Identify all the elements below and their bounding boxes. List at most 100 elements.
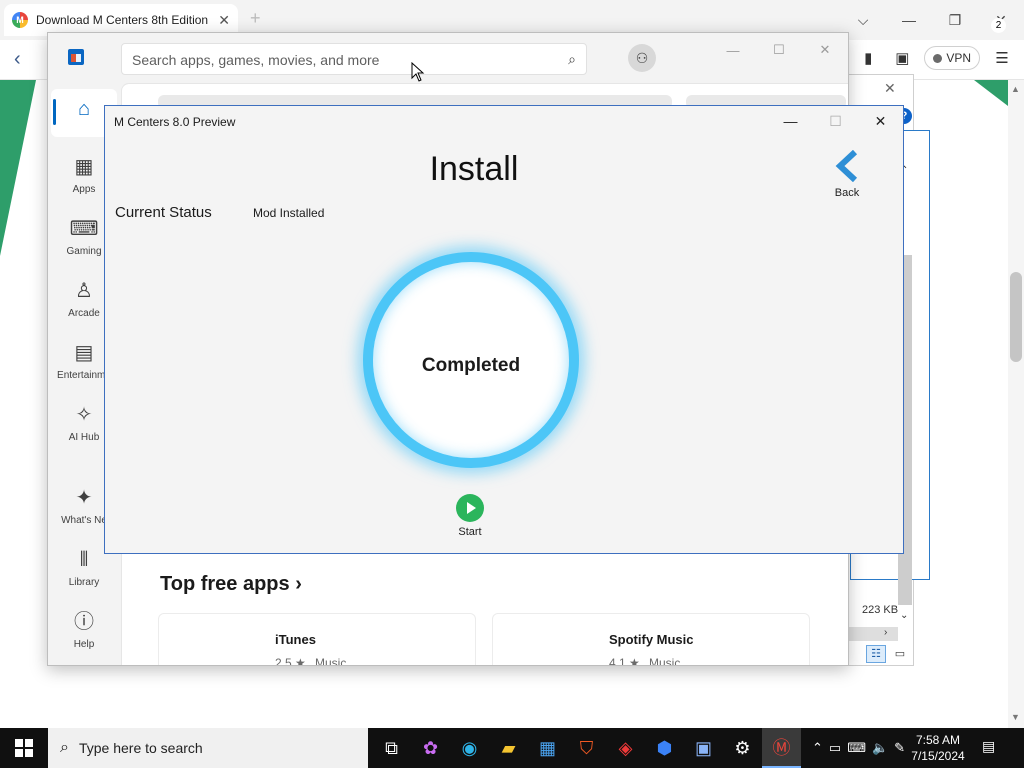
taskbar-clock[interactable]: 7:58 AM 7/15/2024 — [906, 732, 970, 764]
chevron-right-icon: › — [295, 573, 302, 595]
app-name: iTunes — [275, 632, 316, 647]
status-value: Mod Installed — [253, 206, 325, 220]
section-title[interactable]: Top free apps › — [160, 573, 302, 596]
system-tray: ⌃ ▭ ⌨ 🔈 ✎ — [812, 728, 905, 768]
app-rating: 4.1 ★ — [609, 656, 640, 666]
start-label: Start — [458, 526, 482, 538]
app-card[interactable]: iTunes 2.5 ★ Music — [158, 613, 476, 666]
copilot-icon[interactable]: ✿ — [411, 728, 450, 768]
store-search-placeholder: Search apps, games, movies, and more — [132, 52, 380, 68]
app-category: Music — [315, 656, 347, 666]
microsoft-store-icon[interactable]: ▦ — [528, 728, 567, 768]
store-close-button[interactable]: ✕ — [802, 33, 848, 67]
m-centers-app-icon[interactable]: Ⓜ — [762, 728, 801, 768]
page-scrollbar-thumb[interactable] — [1010, 272, 1022, 362]
sidebar-toggle-icon[interactable]: ▮ — [856, 46, 880, 70]
vivaldi-icon[interactable]: ◈ — [606, 728, 645, 768]
scroll-down-icon[interactable]: ▼ — [1011, 712, 1020, 722]
edge-icon[interactable]: ◉ — [450, 728, 489, 768]
search-icon[interactable]: ⌕ — [568, 51, 576, 68]
settings-icon[interactable]: ⚙ — [723, 728, 762, 768]
app-category: Music — [649, 656, 681, 666]
clock-time: 7:58 AM — [915, 733, 961, 747]
brave-icon[interactable]: ⛉ — [567, 728, 606, 768]
help-icon: ⓘ — [74, 611, 94, 633]
notification-count-badge: 2 — [991, 18, 1006, 33]
windows-logo-icon — [15, 739, 33, 757]
volume-icon[interactable]: 🔈 — [872, 740, 888, 756]
store-logo-icon — [68, 49, 84, 65]
vpn-status-icon — [933, 53, 943, 63]
app-rating: 2.5 ★ — [275, 656, 306, 666]
search-icon: ⌕ — [60, 739, 69, 756]
page-scrollbar[interactable] — [1008, 80, 1024, 728]
installer-window: M Centers 8.0 Preview — ☐ ✕ Install Back… — [104, 105, 904, 554]
installer-window-controls: — ☐ ✕ — [768, 106, 903, 136]
section-title-text: Top free apps — [160, 573, 290, 595]
horizontal-scrollbar[interactable] — [848, 627, 898, 641]
new-tab-button[interactable]: + — [250, 8, 261, 29]
sidebar-item-library[interactable]: ⦀ Library — [48, 548, 120, 588]
installer-minimize-button[interactable]: — — [768, 106, 813, 136]
scroll-right-icon[interactable]: › — [884, 627, 887, 638]
store-search-input[interactable]: Search apps, games, movies, and more ⌕ — [121, 43, 587, 75]
installer-titlebar: M Centers 8.0 Preview — ☐ ✕ — [105, 106, 903, 136]
installer-window-title: M Centers 8.0 Preview — [114, 115, 236, 129]
tab-close-icon[interactable]: ✕ — [218, 12, 230, 29]
vpn-label: VPN — [946, 51, 971, 65]
notification-center-icon[interactable]: ▤ — [982, 738, 1004, 758]
clock-date: 7/15/2024 — [911, 749, 965, 763]
taskbar-search-input[interactable]: ⌕ Type here to search — [48, 728, 368, 768]
taskbar: ⌕ Type here to search ⧉ ✿ ◉ ▰ ▦ ⛉ ◈ ⬢ ▣ … — [0, 728, 1024, 768]
file-explorer-icon[interactable]: ▰ — [489, 728, 528, 768]
remote-desktop-icon[interactable]: ▣ — [684, 728, 723, 768]
vpn-button[interactable]: VPN — [924, 46, 980, 70]
minimize-button[interactable]: — — [886, 0, 932, 40]
installer-heading: Install — [429, 150, 519, 188]
page-decoration-left — [0, 80, 36, 256]
toolbar-right: ▮ ▣ VPN ☰ — [856, 46, 1014, 70]
app-name: Spotify Music — [609, 632, 694, 647]
sidebar-item-label: Library — [68, 577, 100, 588]
chevron-left-icon — [835, 149, 858, 183]
task-view-icon[interactable]: ⧉ — [372, 728, 411, 768]
file-size-label: 223 KB — [862, 604, 899, 616]
shield-app-icon[interactable]: ⬢ — [645, 728, 684, 768]
play-icon — [456, 494, 484, 522]
taskbar-apps: ⧉ ✿ ◉ ▰ ▦ ⛉ ◈ ⬢ ▣ ⚙ Ⓜ — [372, 728, 801, 768]
m-centers-favicon-icon: M — [12, 12, 28, 28]
installer-close-button[interactable]: ✕ — [858, 106, 903, 136]
sidebar-item-label: Help — [73, 639, 95, 650]
store-maximize-button[interactable]: ☐ — [756, 33, 802, 67]
background-window-close-icon[interactable]: ✕ — [884, 80, 896, 97]
scroll-up-icon[interactable]: ▲ — [1011, 84, 1020, 94]
account-avatar-icon[interactable]: ⚇ — [628, 44, 656, 72]
wallet-icon[interactable]: ▣ — [890, 46, 914, 70]
app-card[interactable]: Spotify Music 4.1 ★ Music — [492, 613, 810, 666]
start-button[interactable] — [0, 728, 48, 768]
mouse-cursor-icon — [411, 62, 425, 82]
tab-title: Download M Centers 8th Edition — [36, 13, 209, 27]
preview-view-icon[interactable]: ▭ — [890, 645, 910, 663]
menu-icon[interactable]: ☰ — [990, 46, 1014, 70]
start-button[interactable]: Start — [445, 494, 495, 538]
restore-button[interactable]: ❐ — [932, 0, 978, 40]
store-window-controls: — ☐ ✕ — [710, 33, 848, 67]
progress-text: Completed — [421, 355, 521, 376]
device-icon[interactable]: ▭ — [829, 740, 841, 756]
taskbar-search-placeholder: Type here to search — [78, 740, 203, 756]
network-icon[interactable]: ⌨ — [847, 740, 866, 756]
details-view-icon[interactable]: ☷ — [866, 645, 886, 663]
status-label: Current Status — [115, 204, 212, 221]
chevron-down-icon[interactable]: ⌄ — [900, 610, 908, 621]
installer-maximize-button[interactable]: ☐ — [813, 106, 858, 136]
store-minimize-button[interactable]: — — [710, 33, 756, 67]
show-hidden-icons-icon[interactable]: ⌃ — [812, 740, 823, 756]
browser-back-icon[interactable]: ‹ — [14, 48, 21, 71]
progress-ring: Completed — [363, 252, 579, 468]
back-label: Back — [834, 187, 860, 199]
keyboard-layout-icon[interactable]: ✎ — [894, 740, 905, 756]
back-button[interactable]: Back — [827, 149, 867, 199]
page-decoration-right — [974, 80, 1008, 106]
sidebar-item-help[interactable]: ⓘ Help — [48, 610, 120, 650]
